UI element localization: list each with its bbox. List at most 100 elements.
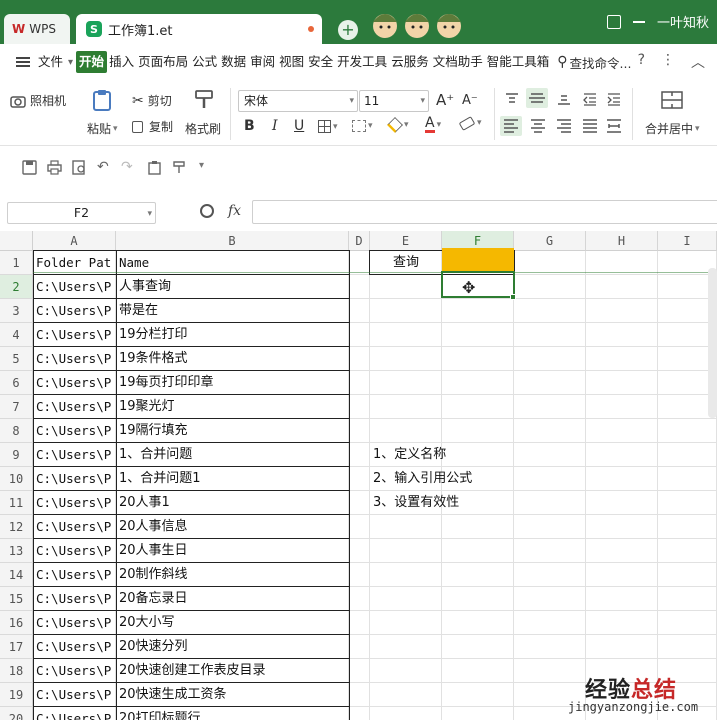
cell-a3[interactable]: C:\Users\P xyxy=(34,299,116,323)
row-header-8[interactable]: 8 xyxy=(0,419,33,443)
command-search[interactable]: ⚲ 查找命令... xyxy=(557,53,631,72)
row-header-5[interactable]: 5 xyxy=(0,347,33,371)
cell-b3[interactable]: 带是在 xyxy=(117,299,349,323)
cell-b18[interactable]: 20快速创建工作表皮目录 xyxy=(117,659,349,683)
row-header-12[interactable]: 12 xyxy=(0,515,33,539)
column-header-a[interactable]: A xyxy=(33,231,116,251)
cell-a8[interactable]: C:\Users\P xyxy=(34,419,116,443)
cell-a18[interactable]: C:\Users\P xyxy=(34,659,116,683)
cell-b15[interactable]: 20备忘录日 xyxy=(117,587,349,611)
zoom-icon[interactable] xyxy=(200,204,214,218)
formula-input[interactable] xyxy=(252,200,717,224)
row-header-6[interactable]: 6 xyxy=(0,371,33,395)
cell-b10[interactable]: 1、合并问题1 xyxy=(117,467,349,491)
menu-tab-insert[interactable]: 插入 xyxy=(107,51,136,73)
cell-a9[interactable]: C:\Users\P xyxy=(34,443,116,467)
cell-a11[interactable]: C:\Users\P xyxy=(34,491,116,515)
menu-tab-security[interactable]: 安全 xyxy=(306,51,335,73)
row-header-2[interactable]: 2 xyxy=(0,275,33,299)
note-e10[interactable]: 2、输入引用公式 xyxy=(371,467,551,491)
align-top-icon[interactable] xyxy=(504,92,520,106)
row-header-9[interactable]: 9 xyxy=(0,443,33,467)
row-header-3[interactable]: 3 xyxy=(0,299,33,323)
window-layout-icon[interactable] xyxy=(606,14,621,29)
print-icon[interactable] xyxy=(47,160,62,175)
merge-center-icon[interactable] xyxy=(660,88,684,112)
row-header-11[interactable]: 11 xyxy=(0,491,33,515)
italic-button[interactable]: I xyxy=(272,118,278,134)
bold-button[interactable]: B xyxy=(244,118,255,134)
cut-button[interactable]: ✂ 剪切 xyxy=(132,92,172,109)
row-header-1[interactable]: 1 xyxy=(0,251,33,275)
cell-a15[interactable]: C:\Users\P xyxy=(34,587,116,611)
cell-a2[interactable]: C:\Users\P xyxy=(34,275,116,299)
new-tab-button[interactable]: + xyxy=(338,20,358,40)
column-header-b[interactable]: B xyxy=(116,231,349,251)
cell-b12[interactable]: 20人事信息 xyxy=(117,515,349,539)
sheet-grid[interactable]: A B D E F G H I 1 2 3 4 5 6 7 8 9 10 11 12 13 14 15 16 17 18 19 20 F… xyxy=(0,231,717,720)
menu-tab-doc-assistant[interactable]: 文档助手 xyxy=(431,51,485,73)
active-cell-f2[interactable] xyxy=(441,271,515,298)
name-box[interactable]: F2 ▾ xyxy=(7,202,156,224)
cell-a20[interactable]: C:\Users\P xyxy=(34,707,116,720)
decrease-indent-icon[interactable] xyxy=(582,92,598,106)
note-e9[interactable]: 1、定义名称 xyxy=(371,443,551,467)
row-header-18[interactable]: 18 xyxy=(0,659,33,683)
redo-icon[interactable]: ↷ xyxy=(121,159,133,175)
cell-b19[interactable]: 20快速生成工资条 xyxy=(117,683,349,707)
more-icon[interactable]: ⋮ xyxy=(661,52,675,72)
align-left-icon[interactable] xyxy=(500,116,522,136)
format-painter-icon[interactable] xyxy=(192,88,216,112)
cell-b2[interactable]: 人事查询 xyxy=(117,275,349,299)
borders-button[interactable]: ▾ xyxy=(318,120,338,133)
cell-b6[interactable]: 19每页打印印章 xyxy=(117,371,349,395)
cell-b5[interactable]: 19条件格式 xyxy=(117,347,349,371)
minimize-icon[interactable] xyxy=(632,20,645,23)
menu-tab-formula[interactable]: 公式 xyxy=(190,51,219,73)
cell-style-button[interactable]: ▾ xyxy=(352,120,373,132)
clipboard-icon[interactable] xyxy=(147,160,162,175)
chevron-down-icon[interactable]: ▾ xyxy=(68,57,73,68)
cell-b7[interactable]: 19聚光灯 xyxy=(117,395,349,419)
cell-a6[interactable]: C:\Users\P xyxy=(34,371,116,395)
hamburger-menu-icon[interactable] xyxy=(16,57,30,67)
menu-tab-developer[interactable]: 开发工具 xyxy=(335,51,389,73)
menu-file[interactable]: 文件 xyxy=(36,51,65,73)
highlighted-cell-f1[interactable] xyxy=(442,248,514,272)
font-size-select[interactable]: 11 ▾ xyxy=(359,90,429,112)
cell-b14[interactable]: 20制作斜线 xyxy=(117,563,349,587)
align-right-icon[interactable] xyxy=(556,118,572,134)
align-middle-icon[interactable] xyxy=(526,88,548,108)
row-header-10[interactable]: 10 xyxy=(0,467,33,491)
row-header-15[interactable]: 15 xyxy=(0,587,33,611)
underline-button[interactable]: U xyxy=(294,118,304,134)
format-painter-button[interactable]: 格式刷 xyxy=(185,120,221,137)
cell-a5[interactable]: C:\Users\P xyxy=(34,347,116,371)
font-name-select[interactable]: 宋体 ▾ xyxy=(238,90,358,112)
fill-color-button[interactable]: ▾ xyxy=(387,117,409,133)
row-header-13[interactable]: 13 xyxy=(0,539,33,563)
decrease-font-button[interactable]: A⁻ xyxy=(462,93,478,108)
menu-tab-view[interactable]: 视图 xyxy=(277,51,306,73)
menu-tab-smart-tools[interactable]: 智能工具箱 xyxy=(485,51,552,73)
align-bottom-icon[interactable] xyxy=(556,92,572,106)
customize-toolbar-icon[interactable]: ▾ xyxy=(199,160,204,171)
row-header-16[interactable]: 16 xyxy=(0,611,33,635)
select-all-corner[interactable] xyxy=(0,231,33,251)
row-header-14[interactable]: 14 xyxy=(0,563,33,587)
cell-b13[interactable]: 20人事生日 xyxy=(117,539,349,563)
paste-icon[interactable] xyxy=(90,88,114,112)
camera-button[interactable]: 照相机 xyxy=(10,92,66,109)
tab-document[interactable]: S 工作簿1.et xyxy=(76,14,322,44)
user-name[interactable]: 一叶知秋 xyxy=(657,12,709,31)
undo-icon[interactable]: ↶ xyxy=(97,159,109,175)
row-header-19[interactable]: 19 xyxy=(0,683,33,707)
distributed-align-icon[interactable] xyxy=(606,118,622,134)
cell-b4[interactable]: 19分栏打印 xyxy=(117,323,349,347)
cell-b20[interactable]: 20打印标题行 xyxy=(117,707,349,720)
increase-indent-icon[interactable] xyxy=(606,92,622,106)
fx-icon[interactable]: fx xyxy=(228,203,241,219)
menu-tab-home[interactable]: 开始 xyxy=(76,51,108,73)
cell-b17[interactable]: 20快速分列 xyxy=(117,635,349,659)
copy-button[interactable]: 复制 xyxy=(132,118,173,135)
